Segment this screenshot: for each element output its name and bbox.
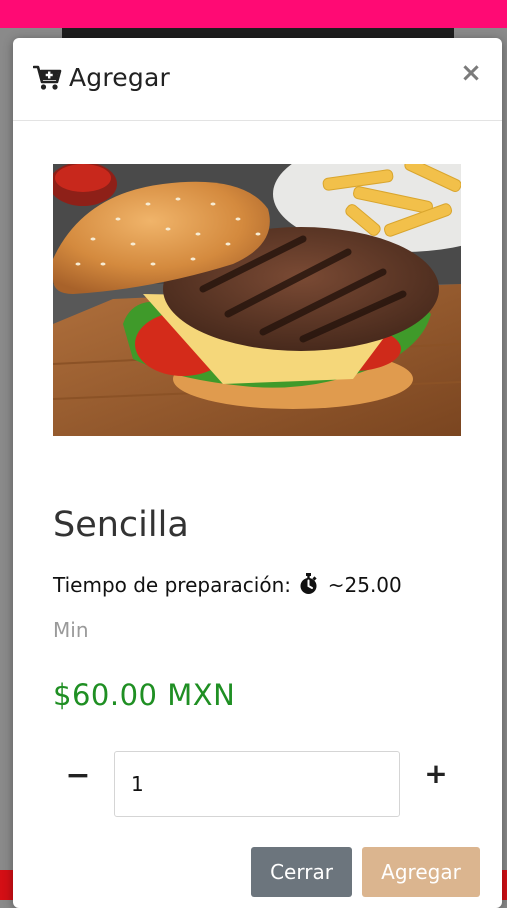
quantity-increase-button[interactable]: + (421, 759, 451, 789)
quantity-input[interactable] (114, 751, 400, 817)
modal-header: Agregar × (13, 38, 502, 121)
cancel-button[interactable]: Cerrar (251, 847, 352, 897)
add-to-cart-button[interactable]: Agregar (362, 847, 480, 897)
stopwatch-icon (300, 573, 317, 594)
prep-label: Tiempo de preparación: (53, 573, 292, 597)
product-price: $60.00 MXN (53, 678, 236, 712)
quantity-decrease-button[interactable]: − (63, 761, 93, 791)
add-to-cart-modal: Agregar × Sencilla Tiempo de preparación… (13, 38, 502, 908)
background-footer-left (0, 870, 14, 900)
preparation-time: Tiempo de preparación: ~25.00 (53, 573, 402, 597)
app-top-bar (0, 0, 507, 28)
product-image (53, 164, 461, 436)
cart-plus-icon (33, 65, 62, 90)
prep-time-value: ~25.00 (327, 573, 402, 597)
prep-time-unit: Min (53, 618, 89, 642)
close-icon[interactable]: × (460, 60, 482, 86)
product-name: Sencilla (53, 505, 189, 545)
modal-title: Agregar (69, 63, 170, 92)
